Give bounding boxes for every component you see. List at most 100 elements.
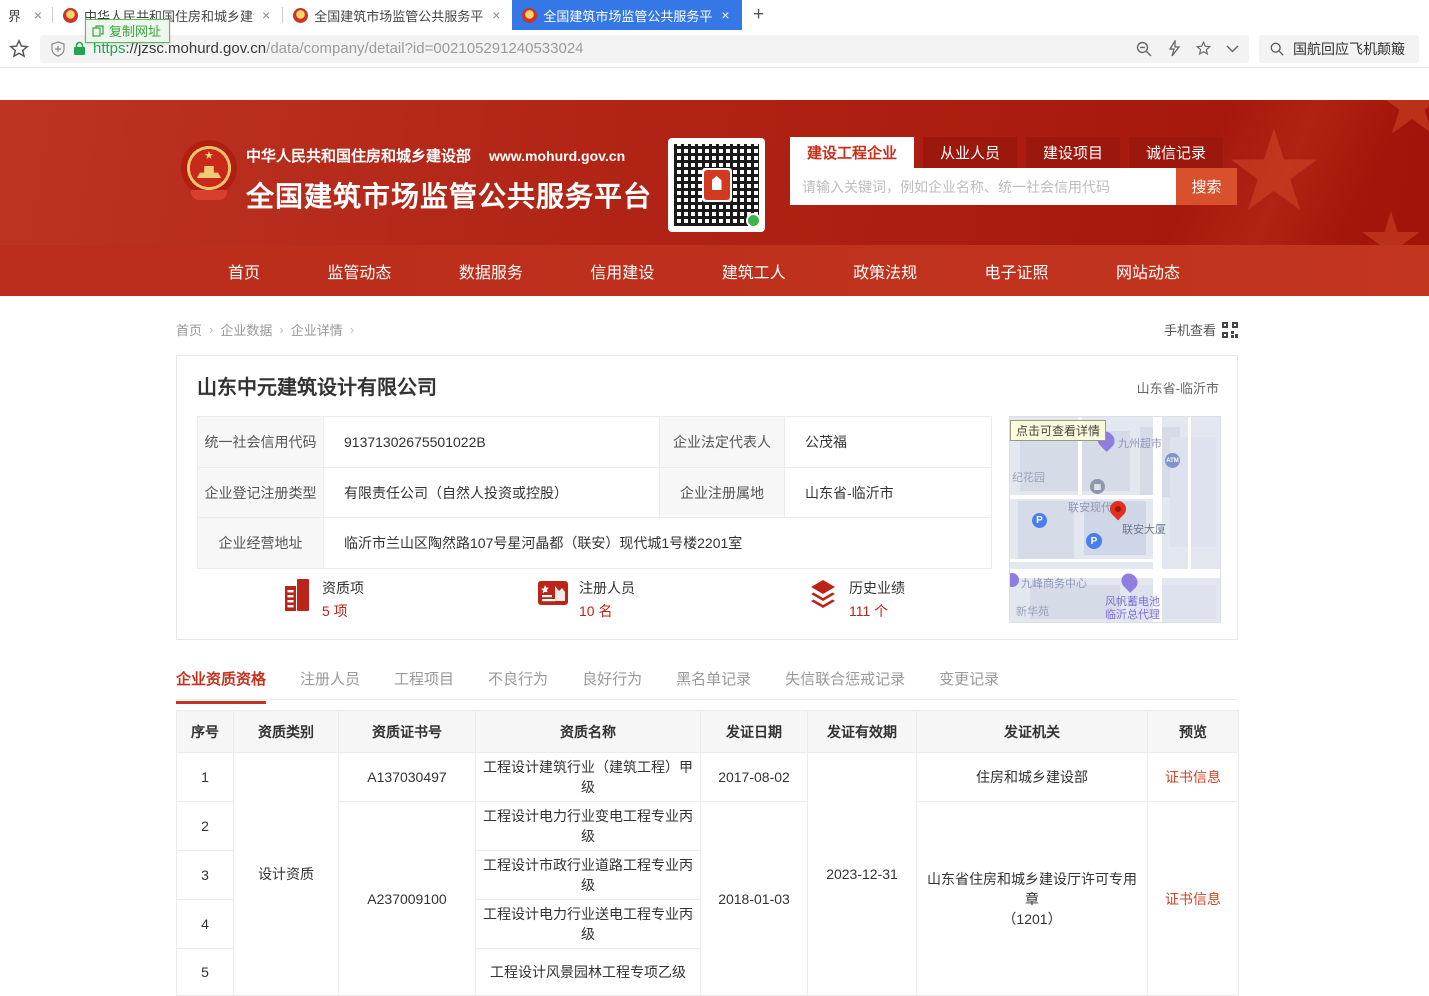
favorite-star-icon[interactable] <box>1195 40 1212 57</box>
building-icon <box>282 578 312 612</box>
search-tab-project[interactable]: 建设项目 <box>1026 137 1120 168</box>
nav-item-home[interactable]: 首页 <box>228 259 260 283</box>
certificate-info-link[interactable]: 证书信息 <box>1165 769 1221 785</box>
mobile-view-link[interactable]: 手机查看 <box>1164 320 1238 339</box>
col-no: 序号 <box>177 711 234 753</box>
tab-registered-personnel[interactable]: 注册人员 <box>300 668 360 701</box>
legal-rep-value: 公茂福 <box>785 417 992 468</box>
cell-name: 工程设计建筑行业（建筑工程）甲级 <box>476 753 701 802</box>
mobile-view-label: 手机查看 <box>1164 320 1216 339</box>
lightning-icon[interactable] <box>1167 40 1181 57</box>
tab-dishonesty-records[interactable]: 失信联合惩戒记录 <box>785 668 905 701</box>
map-label-business-center: 九峰商务中心 <box>1021 575 1087 591</box>
col-category: 资质类别 <box>234 711 339 753</box>
browser-tab-bar: 界 × 中华人民共和国住房和城乡建设 × 全国建筑市场监管公共服务平台 × 全国… <box>0 0 1429 30</box>
tab-qualifications[interactable]: 企业资质资格 <box>176 668 266 704</box>
stat-value: 10 名 <box>579 601 635 621</box>
secure-lock-icon <box>73 41 86 56</box>
copy-url-label: 复制网址 <box>109 21 161 40</box>
certificate-info-link[interactable]: 证书信息 <box>1165 891 1221 907</box>
close-icon[interactable]: × <box>260 8 272 22</box>
parking-icon: P <box>1032 513 1047 528</box>
breadcrumb-home[interactable]: 首页 <box>176 320 202 339</box>
zoom-out-icon[interactable] <box>1135 40 1153 58</box>
bookmarks-star-icon[interactable] <box>8 38 30 60</box>
shield-permissions-icon[interactable] <box>50 41 66 57</box>
ministry-url: www.mohurd.gov.cn <box>489 148 625 164</box>
browser-tab-partial[interactable]: 界 × <box>0 0 52 30</box>
company-name: 山东中元建筑设计有限公司 <box>197 371 437 400</box>
stat-label: 注册人员 <box>579 578 635 598</box>
qr-mini-icon <box>1222 322 1238 338</box>
nav-item-workers[interactable]: 建筑工人 <box>722 259 786 283</box>
map-label-supermarket: 九州超市 <box>1118 435 1162 451</box>
close-icon[interactable]: × <box>32 8 44 22</box>
address-bar-actions <box>1135 40 1239 58</box>
nav-item-credit[interactable]: 信用建设 <box>590 259 654 283</box>
breadcrumb-company-detail[interactable]: 企业详情 <box>291 320 343 339</box>
browser-tab-active[interactable]: 全国建筑市场监管公共服务平台 × <box>512 0 741 30</box>
tab-blacklist[interactable]: 黑名单记录 <box>676 668 751 701</box>
new-tab-button[interactable]: + <box>742 0 776 30</box>
breadcrumb-company-data[interactable]: 企业数据 <box>220 320 272 339</box>
business-poi-icon <box>1009 573 1019 587</box>
company-location-map[interactable]: 点击可查看详情 九州超市 ATM 纪花园 ▦ 联安现代城 P P 联安大厦 九峰… <box>1009 416 1221 623</box>
header-search-module: 建设工程企业 从业人员 建设项目 诚信记录 搜索 <box>790 137 1237 205</box>
tab-change-records[interactable]: 变更记录 <box>939 668 999 701</box>
reg-region-label: 企业注册属地 <box>660 468 785 518</box>
address-bar[interactable]: https://jzsc.mohurd.gov.cn/data/company/… <box>40 35 1249 63</box>
tab-title: 全国建筑市场监管公共服务平台 <box>314 6 484 25</box>
map-label-tower: 联安大厦 <box>1122 521 1166 537</box>
nav-item-policy[interactable]: 政策法规 <box>853 259 917 283</box>
search-tab-credit[interactable]: 诚信记录 <box>1129 137 1223 168</box>
table-row: 1 设计资质 A137030497 工程设计建筑行业（建筑工程）甲级 2017-… <box>177 753 1239 802</box>
map-label-garden: 纪花园 <box>1012 469 1045 485</box>
cell-name: 工程设计市政行业道路工程专业丙级 <box>476 851 701 900</box>
reg-region-value: 山东省-临沂市 <box>785 468 992 518</box>
cell-issue-date: 2018-01-03 <box>701 802 808 996</box>
nav-item-e-license[interactable]: 电子证照 <box>985 259 1049 283</box>
chevron-down-icon[interactable] <box>1226 45 1239 53</box>
ministry-name: 中华人民共和国住房和城乡建设部 <box>246 145 471 166</box>
qr-center-logo-icon <box>704 170 730 200</box>
browser-quick-search[interactable]: 国航回应飞机颠簸 <box>1259 35 1419 63</box>
company-detail-tabs: 企业资质资格 注册人员 工程项目 不良行为 良好行为 黑名单记录 失信联合惩戒记… <box>176 668 1238 700</box>
tab-good-behavior[interactable]: 良好行为 <box>582 668 642 701</box>
cell-no: 3 <box>177 851 234 900</box>
nav-item-data-service[interactable]: 数据服务 <box>459 259 523 283</box>
cell-name: 工程设计电力行业变电工程专业丙级 <box>476 802 701 851</box>
tab-projects[interactable]: 工程项目 <box>394 668 454 701</box>
stat-registered-personnel: 注册人员 10 名 <box>537 578 635 621</box>
close-icon[interactable]: × <box>719 8 731 22</box>
stat-qualifications: 资质项5 项 <box>282 578 364 621</box>
qr-channel-icon <box>746 213 761 228</box>
reg-type-label: 企业登记注册类型 <box>198 468 324 518</box>
tab-bad-behavior[interactable]: 不良行为 <box>488 668 548 701</box>
browser-tab-2[interactable]: 全国建筑市场监管公共服务平台 × <box>283 0 512 30</box>
close-icon[interactable]: × <box>490 8 502 22</box>
platform-title: 全国建筑市场监管公共服务平台 <box>246 175 652 215</box>
credit-code-label: 统一社会信用代码 <box>198 417 324 468</box>
building-poi-icon: ▦ <box>1090 479 1105 494</box>
nav-item-supervision[interactable]: 监管动态 <box>327 259 391 283</box>
cell-category: 设计资质 <box>234 753 339 996</box>
table-header-row: 序号 资质类别 资质证书号 资质名称 发证日期 发证有效期 发证机关 预览 <box>177 711 1239 753</box>
legal-rep-label: 企业法定代表人 <box>660 417 785 468</box>
map-label-xinhuayuan: 新华苑 <box>1016 603 1049 619</box>
keyword-search-input[interactable] <box>790 168 1176 205</box>
browser-url-bar: https://jzsc.mohurd.gov.cn/data/company/… <box>0 30 1429 68</box>
cell-issue-date: 2017-08-02 <box>701 753 808 802</box>
company-summary-card: 山东中元建筑设计有限公司 山东省-临沂市 统一社会信用代码 9137130267… <box>176 355 1238 640</box>
map-label-battery-2: 临沂总代理 <box>1105 606 1160 622</box>
nav-item-site-news[interactable]: 网站动态 <box>1116 259 1180 283</box>
qualification-table: 序号 资质类别 资质证书号 资质名称 发证日期 发证有效期 发证机关 预览 1 … <box>176 710 1239 996</box>
emblem-favicon-icon <box>522 8 537 23</box>
search-button[interactable]: 搜索 <box>1176 168 1237 205</box>
cell-cert-no: A237009100 <box>339 802 476 996</box>
search-tab-personnel[interactable]: 从业人员 <box>923 137 1017 168</box>
cell-no: 4 <box>177 900 234 949</box>
company-info-table: 统一社会信用代码 91371302675501022B 企业法定代表人 公茂福 … <box>197 416 992 569</box>
stat-value: 111 个 <box>849 601 905 621</box>
id-card-icon <box>537 578 569 608</box>
search-tab-enterprise[interactable]: 建设工程企业 <box>790 137 914 168</box>
